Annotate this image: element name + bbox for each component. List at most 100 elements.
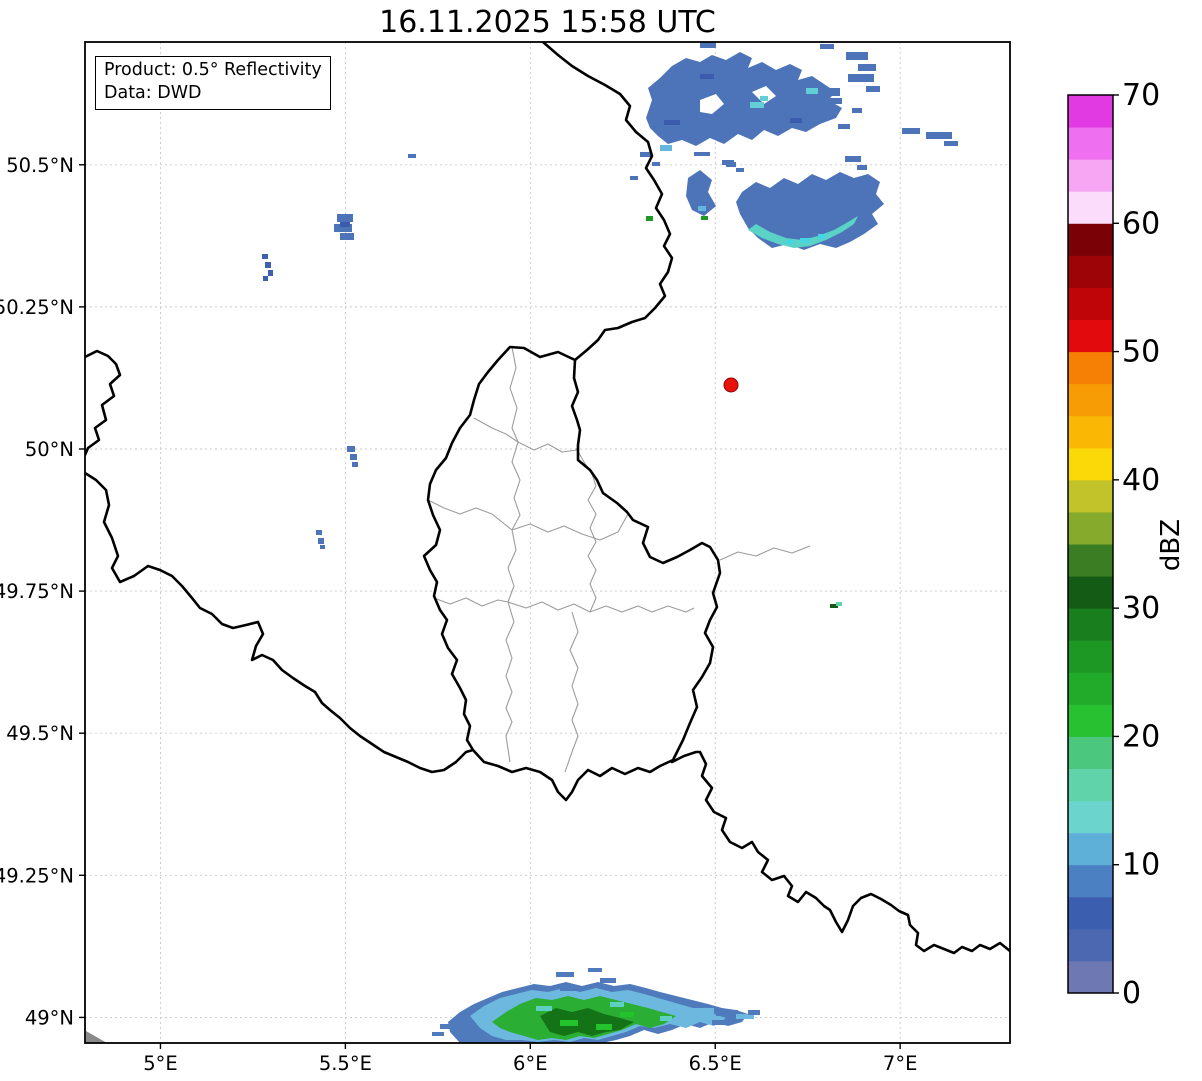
radar-echo-bin — [588, 968, 602, 972]
colorbar-band — [1068, 447, 1113, 481]
x-tick-label: 5.5°E — [319, 1052, 372, 1075]
radar-echo-bin — [701, 216, 708, 220]
colorbar-band — [1068, 255, 1113, 288]
y-tick-label: 50°N — [25, 438, 74, 461]
radar-echo-bin — [408, 154, 416, 158]
colorbar-band — [1068, 479, 1113, 513]
product-line: Product: 0.5° Reflectivity — [104, 60, 322, 80]
colorbar-tick-label: 40 — [1122, 463, 1160, 498]
radar-echo-bin — [806, 88, 818, 94]
radar-echo-bin — [926, 132, 952, 139]
colorbar-band — [1068, 896, 1113, 930]
colorbar-band — [1068, 608, 1113, 641]
colorbar-tick-label: 50 — [1122, 335, 1160, 370]
radar-echo-bin — [748, 1010, 760, 1015]
radar-echo-bin — [750, 102, 764, 108]
colorbar-band — [1068, 800, 1113, 834]
radar-echo-bin — [820, 88, 840, 96]
radar-echo-bin — [712, 1020, 732, 1025]
radar-echo-bin — [352, 462, 358, 467]
radar-echo-bin — [760, 96, 768, 101]
radar-echo-bin — [700, 74, 714, 79]
colorbar-band — [1068, 351, 1113, 385]
y-tick-label: 50.25°N — [0, 296, 74, 319]
x-tick-label: 7°E — [883, 1052, 917, 1075]
radar-echo-bin — [536, 1006, 552, 1011]
radar-echo-bin — [560, 1020, 578, 1026]
radar-echo-bin — [846, 52, 868, 60]
x-tick-label: 6°E — [513, 1052, 547, 1075]
radar-echo-bin — [652, 162, 660, 166]
radar-echo-bin — [820, 44, 834, 49]
colorbar-band — [1068, 928, 1113, 962]
radar-echo-bin — [828, 98, 842, 104]
colorbar-band — [1068, 511, 1113, 545]
radar-echo-bin — [836, 602, 842, 606]
y-tick-label: 49°N — [25, 1006, 74, 1029]
colorbar-band — [1068, 287, 1113, 320]
radar-echo-bin — [688, 1008, 714, 1014]
colorbar-band — [1068, 704, 1113, 737]
radar-echo-bin — [646, 216, 653, 221]
colorbar-band — [1068, 319, 1113, 353]
y-tick-label: 49.25°N — [0, 864, 74, 887]
radar-echo-bin — [350, 454, 357, 460]
colorbar-unit-label: dBZ — [1156, 518, 1186, 572]
radar-echo-bin — [800, 238, 810, 243]
radar-echo-bin — [340, 233, 354, 240]
radar-echo-bin — [600, 978, 616, 983]
radar-echo-bin — [818, 234, 826, 239]
colorbar-band — [1068, 383, 1113, 417]
colorbar-tick-label: 0 — [1122, 976, 1141, 1011]
y-tick-label: 50.5°N — [6, 154, 74, 177]
colorbar-tick-label: 10 — [1122, 848, 1160, 883]
radar-echo-bin — [736, 168, 744, 172]
radar-echo-bin — [263, 276, 268, 281]
radar-echo-bin — [858, 64, 876, 71]
radar-echo-bin — [848, 74, 874, 82]
radar-echo-bin — [716, 1010, 738, 1016]
colorbar-band — [1068, 191, 1113, 224]
figure-title: 16.11.2025 15:58 UTC — [379, 5, 716, 40]
radar-echo-bin — [852, 108, 862, 113]
colorbar-band — [1068, 576, 1113, 609]
radar-echo-bin — [610, 1002, 624, 1007]
colorbar-band — [1068, 95, 1113, 128]
colorbar-band — [1068, 127, 1113, 160]
colorbar-band — [1068, 672, 1113, 705]
radar-echo-bin — [596, 1024, 612, 1030]
radar-echo-bin — [790, 118, 802, 123]
radar-echo-bin — [340, 222, 350, 227]
radar-echo-bin — [265, 262, 271, 268]
radar-figure: 5°E 5.5°E 6°E 6.5°E 7°E 50.5°N 50.25°N 50°N 49.7… — [0, 0, 1202, 1081]
figure-background — [0, 0, 1202, 1081]
radar-echo-bin — [857, 165, 867, 170]
colorbar-tick-label: 70 — [1122, 78, 1160, 113]
radar-echo-bin — [902, 128, 920, 134]
radar-map-canvas: 5°E 5.5°E 6°E 6.5°E 7°E 50.5°N 50.25°N 50°N 49.7… — [0, 0, 1202, 1081]
colorbar-band — [1068, 960, 1113, 994]
x-tick-label: 5°E — [143, 1052, 177, 1075]
radar-echo-bin — [347, 446, 355, 452]
x-tick-label: 6.5°E — [689, 1052, 742, 1075]
radar-site-marker — [723, 377, 739, 393]
data-source-line: Data: DWD — [104, 83, 202, 104]
colorbar-tick-label: 60 — [1122, 206, 1160, 241]
y-tick-label: 49.75°N — [0, 580, 74, 603]
radar-echo-bin — [845, 156, 861, 162]
radar-echo-bin — [337, 214, 353, 222]
radar-echo-bin — [698, 206, 706, 211]
radar-echo-bin — [320, 545, 325, 549]
colorbar-band — [1068, 159, 1113, 192]
radar-echo-bin — [726, 162, 736, 167]
colorbar-band — [1068, 415, 1113, 449]
radar-echo-bin — [944, 141, 958, 146]
colorbar-band — [1068, 223, 1113, 256]
colorbar-band — [1068, 736, 1113, 769]
radar-echo-bin — [786, 240, 794, 244]
radar-echo-bin — [440, 1024, 456, 1029]
radar-echo-bin — [316, 530, 322, 535]
radar-echo-bin — [630, 176, 638, 180]
radar-echo-bin — [660, 1016, 672, 1021]
radar-echo-bin — [268, 270, 273, 276]
